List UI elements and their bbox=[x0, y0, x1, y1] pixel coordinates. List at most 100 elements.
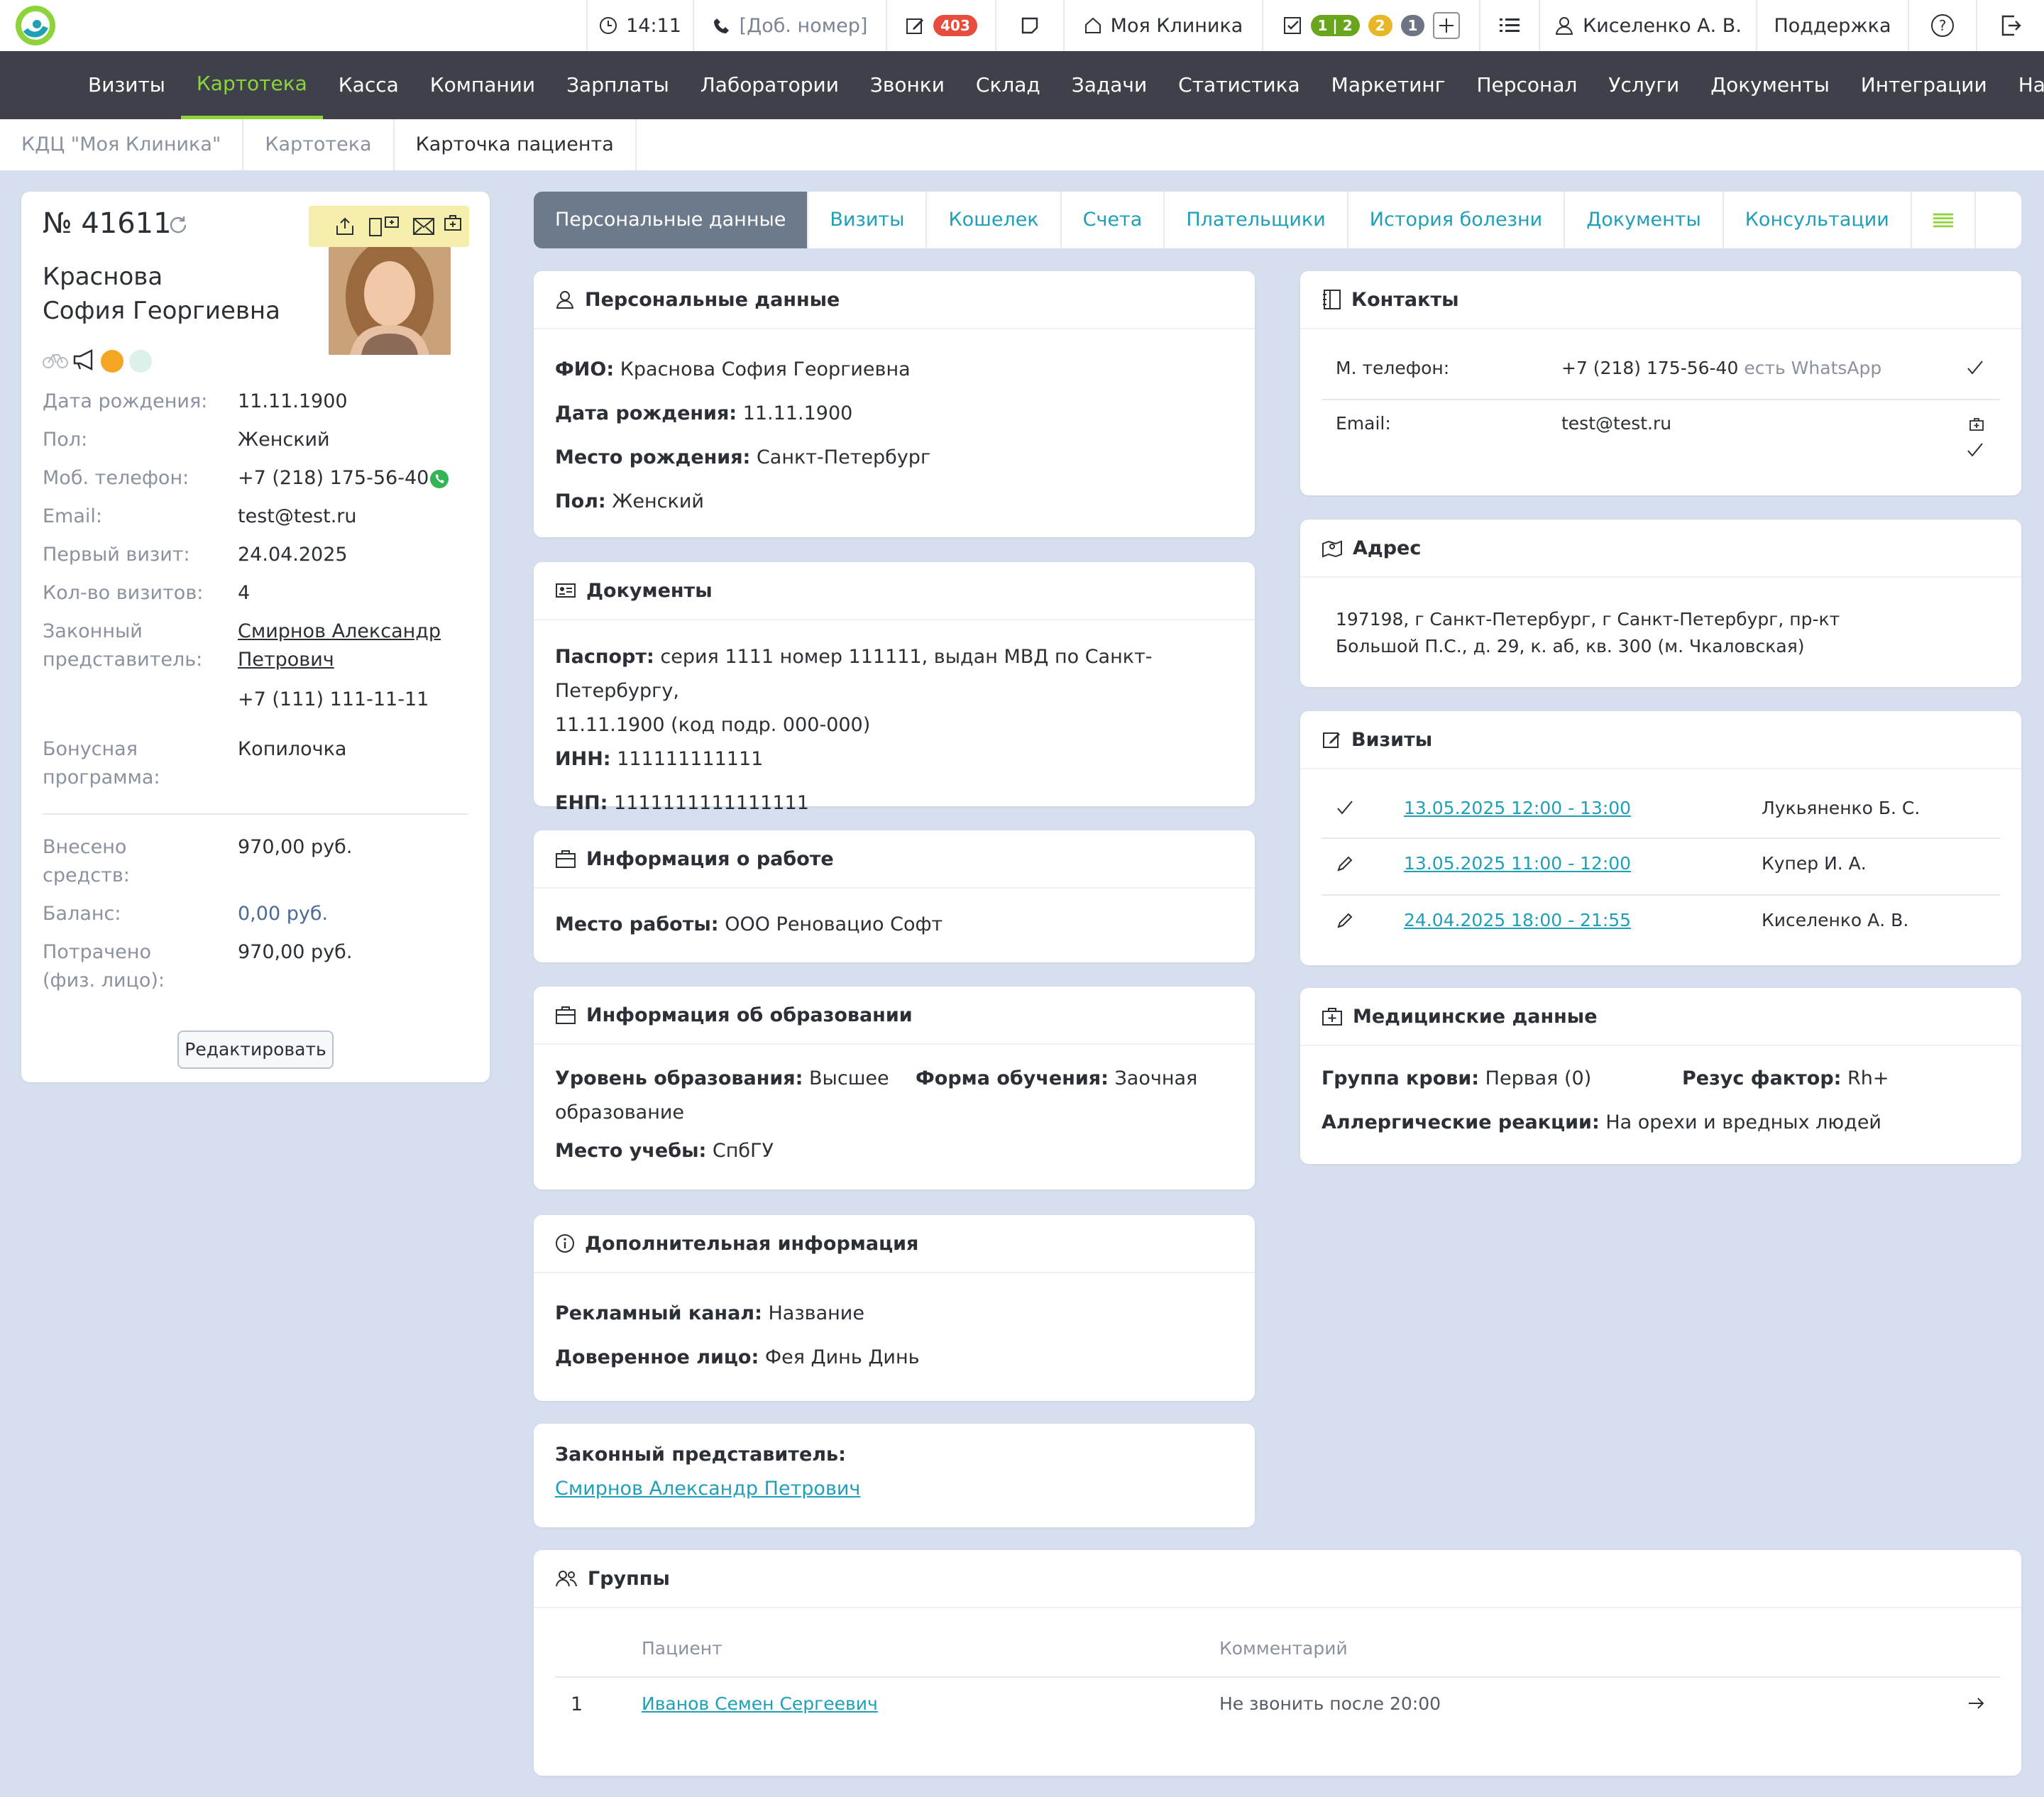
tab-payers[interactable]: Плательщики bbox=[1165, 192, 1348, 248]
legal-rep-card: Законный представитель: Смирнов Александ… bbox=[534, 1424, 1255, 1527]
app-logo[interactable] bbox=[16, 6, 55, 45]
clock-time: 14:11 bbox=[626, 14, 681, 37]
add-icon[interactable] bbox=[1433, 12, 1461, 39]
nav-documents[interactable]: Документы bbox=[1695, 51, 1845, 119]
visit-link[interactable]: 13.05.2025 11:00 - 12:00 bbox=[1404, 853, 1631, 874]
user-menu[interactable]: Киселенко А. В. bbox=[1539, 0, 1756, 51]
card-title: Медицинские данные bbox=[1353, 1005, 1598, 1028]
pencil-icon[interactable] bbox=[1336, 913, 1353, 930]
clinic-name: Моя Клиника bbox=[1110, 14, 1243, 37]
patient-photo[interactable] bbox=[329, 247, 451, 355]
notes-button[interactable]: 403 bbox=[886, 0, 995, 51]
legal-rep-link[interactable]: Смирнов Александр Петрович bbox=[555, 1478, 860, 1500]
edit-patient-button[interactable]: Редактировать bbox=[177, 1031, 334, 1069]
contact-email-label: Email: bbox=[1336, 413, 1391, 434]
personal-row: Пол: Женский bbox=[555, 490, 704, 512]
nav-cashbox[interactable]: Касса bbox=[323, 51, 414, 119]
card-header: Документы bbox=[534, 562, 1255, 620]
field-label: Потрачено bbox=[43, 941, 151, 963]
work-card: Информация о работе Место работы: ООО Ре… bbox=[534, 830, 1255, 962]
nav-calls[interactable]: Звонки bbox=[855, 51, 960, 119]
share-icon[interactable] bbox=[334, 216, 356, 237]
card-title: Информация о работе bbox=[586, 847, 834, 870]
nav-companies[interactable]: Компании bbox=[414, 51, 551, 119]
help-icon: ? bbox=[1931, 14, 1954, 37]
nav-integrations[interactable]: Интеграции bbox=[1845, 51, 2003, 119]
sticky-note-button[interactable] bbox=[995, 0, 1063, 51]
card-header: Контакты bbox=[1300, 271, 2021, 329]
visit-link[interactable]: 13.05.2025 12:00 - 13:00 bbox=[1404, 798, 1631, 818]
id-card-icon bbox=[556, 583, 576, 598]
nav-settings[interactable]: Настройки bbox=[2003, 51, 2044, 119]
card-title: Дополнительная информация bbox=[585, 1232, 919, 1255]
nav-visits[interactable]: Визиты bbox=[72, 51, 181, 119]
medical-kit-icon[interactable] bbox=[444, 214, 462, 231]
arrow-right-icon[interactable] bbox=[1967, 1696, 1986, 1710]
nav-labs[interactable]: Лаборатории bbox=[685, 51, 855, 119]
clinic-selector[interactable]: Моя Клиника bbox=[1063, 0, 1262, 51]
pencil-icon[interactable] bbox=[1336, 856, 1353, 873]
nav-tasks[interactable]: Задачи bbox=[1056, 51, 1163, 119]
card-title: Визиты bbox=[1351, 728, 1433, 751]
divider bbox=[1322, 837, 2000, 839]
tab-personal-data[interactable]: Персональные данные bbox=[534, 192, 809, 248]
tab-documents[interactable]: Документы bbox=[1565, 192, 1724, 248]
patient-number: № 41611 bbox=[43, 207, 172, 240]
whatsapp-icon[interactable] bbox=[429, 468, 450, 490]
mail-icon[interactable] bbox=[412, 217, 435, 236]
top-bar: 14:11 [Доб. номер] 403 Моя Клиника 1 | 2… bbox=[0, 0, 2044, 51]
tasks-widget[interactable]: 1 | 2 2 1 bbox=[1262, 0, 1479, 51]
breadcrumb-card-index[interactable]: Картотека bbox=[243, 119, 395, 170]
nav-card-index[interactable]: Картотека bbox=[180, 51, 323, 119]
contact-phone-value[interactable]: +7 (218) 175-56-40 есть WhatsApp bbox=[1561, 358, 1881, 378]
tab-medical-history[interactable]: История болезни bbox=[1348, 192, 1566, 248]
tab-wallet[interactable]: Кошелек bbox=[927, 192, 1062, 248]
contact-phone-label: М. телефон: bbox=[1336, 358, 1450, 378]
phone-extension-placeholder: [Доб. номер] bbox=[739, 14, 868, 37]
tab-consultations[interactable]: Консультации bbox=[1724, 192, 1912, 248]
group-patient-link[interactable]: Иванов Семен Сергеевич bbox=[642, 1693, 878, 1714]
nav-staff[interactable]: Персонал bbox=[1461, 51, 1593, 119]
briefcase-icon bbox=[556, 850, 576, 868]
legal-rep-link[interactable]: Петрович bbox=[238, 649, 334, 671]
medical-kit-icon[interactable] bbox=[1969, 417, 1984, 432]
inn-row: ИНН: 111111111111 bbox=[555, 748, 764, 770]
breadcrumb: КДЦ "Моя Клиника" Картотека Карточка пац… bbox=[0, 119, 2044, 170]
print-card-icon[interactable] bbox=[368, 214, 400, 237]
nav-marketing[interactable]: Маркетинг bbox=[1316, 51, 1461, 119]
tab-invoices[interactable]: Счета bbox=[1062, 192, 1165, 248]
personal-row: Дата рождения: 11.11.1900 bbox=[555, 402, 853, 424]
contact-email-value[interactable]: test@test.ru bbox=[1561, 413, 1671, 434]
list-button[interactable] bbox=[1479, 0, 1539, 51]
support-link[interactable]: Поддержка bbox=[1756, 0, 1908, 51]
medical-data-card: Медицинские данные Группа крови: Первая … bbox=[1300, 988, 2021, 1164]
passport-row: Паспорт: серия 1111 номер 111111, выдан … bbox=[555, 646, 1153, 702]
patient-first-name: София Георгиевна bbox=[43, 297, 280, 325]
rh-factor: Резус фактор: Rh+ bbox=[1682, 1067, 1889, 1089]
breadcrumb-clinic[interactable]: КДЦ "Моя Клиника" bbox=[0, 119, 244, 170]
tasks-yellow-badge: 2 bbox=[1368, 15, 1392, 36]
nav-services[interactable]: Услуги bbox=[1593, 51, 1695, 119]
visit-link[interactable]: 24.04.2025 18:00 - 21:55 bbox=[1404, 910, 1631, 930]
legal-rep-link[interactable]: Смирнов Александр bbox=[238, 620, 441, 642]
clock-icon bbox=[600, 17, 617, 34]
edit-icon bbox=[906, 18, 924, 34]
tab-more[interactable] bbox=[1912, 192, 1976, 248]
nav-statistics[interactable]: Статистика bbox=[1163, 51, 1316, 119]
help-button[interactable]: ? bbox=[1908, 0, 1976, 51]
personal-row: ФИО: Краснова София Георгиевна bbox=[555, 358, 911, 380]
address-text: 197198, г Санкт-Петербург, г Санкт-Петер… bbox=[1336, 609, 1840, 656]
spent-value: 970,00 руб. bbox=[238, 941, 353, 963]
nav-warehouse[interactable]: Склад bbox=[960, 51, 1056, 119]
sticky-note-icon bbox=[1021, 17, 1038, 34]
tab-visits[interactable]: Визиты bbox=[808, 192, 928, 248]
card-title: Персональные данные bbox=[585, 288, 840, 311]
phone-extension[interactable]: [Доб. номер] bbox=[693, 0, 886, 51]
field-value[interactable]: +7 (218) 175-56-40 bbox=[238, 467, 429, 489]
refresh-icon[interactable] bbox=[167, 214, 189, 236]
nav-salaries[interactable]: Зарплаты bbox=[551, 51, 685, 119]
patient-tabs: Персональные данные Визиты Кошелек Счета… bbox=[534, 192, 2021, 248]
patient-last-name: Краснова bbox=[43, 263, 163, 291]
user-icon bbox=[556, 291, 574, 309]
logout-button[interactable] bbox=[1976, 0, 2044, 51]
